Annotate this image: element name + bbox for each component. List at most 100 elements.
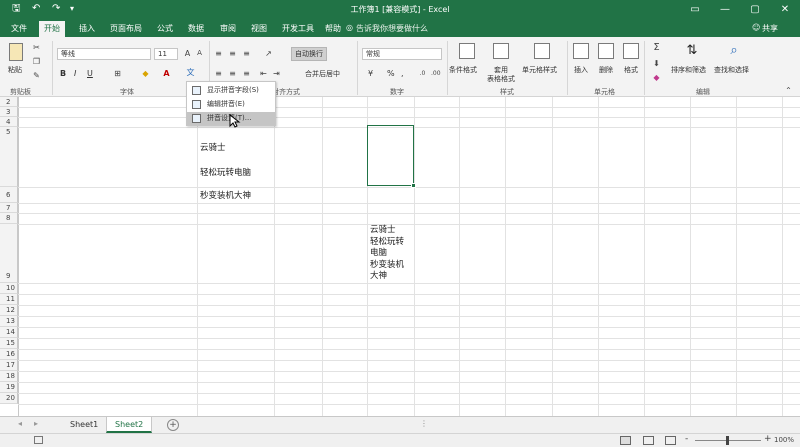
row-header[interactable]: 3 [0, 107, 18, 117]
tab-split-handle[interactable]: ⋮ [420, 419, 428, 428]
align-right-icon[interactable]: ≡ [242, 69, 251, 78]
comma-button[interactable]: , [401, 69, 404, 78]
orientation-icon[interactable]: ↗ [264, 49, 273, 58]
minimize-button[interactable]: — [710, 0, 740, 20]
page-layout-view-icon[interactable] [643, 436, 654, 445]
scroll-left-icon[interactable]: ◂ [18, 419, 22, 428]
paste-button[interactable]: 粘贴 [8, 65, 22, 75]
copy-icon[interactable]: ❐ [32, 57, 41, 66]
tab-file[interactable]: 文件 [11, 23, 27, 34]
format-painter-icon[interactable]: ✎ [32, 71, 41, 80]
row-header[interactable]: 17 [0, 360, 18, 371]
align-middle-icon[interactable]: ≡ [228, 49, 237, 58]
share-button[interactable]: 共享 [762, 23, 778, 34]
tab-formulas[interactable]: 公式 [157, 23, 173, 34]
row-header[interactable]: 9 [0, 224, 18, 283]
tab-data[interactable]: 数据 [188, 23, 204, 34]
phonetic-guide-icon[interactable]: 文 [186, 68, 195, 77]
conditional-formatting-button[interactable]: 条件格式 [449, 65, 477, 75]
insert-cells-icon[interactable] [573, 43, 589, 59]
row-header[interactable]: 4 [0, 117, 18, 127]
sort-filter-icon[interactable]: ⇅ [684, 43, 700, 59]
macro-record-icon[interactable] [34, 436, 43, 444]
sheet-tab-sheet1[interactable]: Sheet1 [62, 417, 106, 433]
row-header[interactable]: 11 [0, 294, 18, 305]
paste-icon[interactable] [9, 43, 23, 61]
fill-icon[interactable]: ⬇ [652, 59, 661, 68]
autosum-icon[interactable]: Σ [652, 43, 661, 53]
tab-view[interactable]: 视图 [251, 23, 267, 34]
format-as-table-line2[interactable]: 表格格式 [487, 74, 515, 84]
fill-handle[interactable] [411, 183, 416, 188]
font-color-icon[interactable]: A [162, 69, 171, 78]
zoom-out-button[interactable]: - [685, 434, 688, 444]
row-header[interactable]: 6 [0, 187, 18, 203]
zoom-in-button[interactable]: + [764, 434, 772, 444]
format-cells-icon[interactable] [623, 43, 639, 59]
tell-me-input[interactable]: 告诉我你想要做什么 [356, 23, 428, 34]
row-header[interactable]: 7 [0, 203, 18, 213]
ribbon-display-options-icon[interactable]: ▭ [680, 0, 710, 20]
number-format-select[interactable]: 常规 [362, 48, 442, 60]
row-header[interactable]: 19 [0, 382, 18, 393]
increase-font-icon[interactable]: A [183, 49, 192, 58]
decrease-font-icon[interactable]: A [195, 49, 204, 58]
sheet-tab-sheet2[interactable]: Sheet2 [106, 417, 153, 433]
sort-filter-button[interactable]: 排序和筛选 [671, 65, 706, 75]
row-header[interactable]: 16 [0, 349, 18, 360]
menu-item-show-phonetic[interactable]: 显示拼音字段(S) [187, 84, 275, 97]
cut-icon[interactable]: ✂ [32, 43, 41, 52]
increase-decimal-icon[interactable]: .0 [418, 69, 427, 78]
close-button[interactable]: ✕ [770, 0, 800, 20]
decrease-decimal-icon[interactable]: .00 [431, 69, 441, 78]
find-select-button[interactable]: 查找和选择 [714, 65, 749, 75]
italic-button[interactable]: I [74, 69, 76, 78]
tab-home[interactable]: 开始 [39, 21, 65, 37]
currency-icon[interactable]: ¥ [366, 69, 375, 78]
underline-button[interactable]: U [87, 69, 93, 78]
zoom-level[interactable]: 100% [774, 436, 794, 444]
tab-page-layout[interactable]: 页面布局 [110, 23, 142, 34]
row-header[interactable]: 20 [0, 393, 18, 404]
align-top-icon[interactable]: ≡ [214, 49, 223, 58]
tab-developer[interactable]: 开发工具 [282, 23, 314, 34]
format-cells-button[interactable]: 格式 [624, 65, 638, 75]
row-header[interactable]: 5 [0, 127, 18, 187]
tab-review[interactable]: 审阅 [220, 23, 236, 34]
wrap-text-button[interactable]: 自动换行 [291, 47, 327, 61]
cell-styles-icon[interactable] [534, 43, 550, 59]
align-left-icon[interactable]: ≡ [214, 69, 223, 78]
insert-cells-button[interactable]: 插入 [574, 65, 588, 75]
page-break-view-icon[interactable] [665, 436, 676, 445]
row-header[interactable]: 10 [0, 283, 18, 294]
borders-icon[interactable]: ⊞ [113, 69, 122, 78]
normal-view-icon[interactable] [620, 436, 631, 445]
tab-help[interactable]: 帮助 [325, 23, 341, 34]
tab-insert[interactable]: 插入 [79, 23, 95, 34]
menu-item-edit-phonetic[interactable]: 编辑拼音(E) [187, 98, 275, 111]
zoom-slider-thumb[interactable] [726, 436, 729, 445]
clear-icon[interactable]: ◆ [652, 73, 661, 82]
row-header[interactable]: 2 [0, 97, 18, 107]
delete-cells-icon[interactable] [598, 43, 614, 59]
conditional-formatting-icon[interactable] [459, 43, 475, 59]
merge-center-button[interactable]: 合并后居中 [305, 69, 340, 79]
row-header[interactable]: 12 [0, 305, 18, 316]
row-header[interactable]: 15 [0, 338, 18, 349]
row-header[interactable]: 13 [0, 316, 18, 327]
add-sheet-button[interactable]: + [167, 419, 179, 431]
percent-button[interactable]: % [387, 69, 395, 78]
decrease-indent-icon[interactable]: ⇤ [259, 69, 268, 78]
collapse-ribbon-icon[interactable]: ⌃ [784, 86, 793, 95]
increase-indent-icon[interactable]: ⇥ [272, 69, 281, 78]
row-header[interactable]: 18 [0, 371, 18, 382]
format-as-table-icon[interactable] [493, 43, 509, 59]
restore-button[interactable]: ▢ [740, 0, 770, 20]
bold-button[interactable]: B [60, 69, 66, 78]
cell-styles-button[interactable]: 单元格样式 [522, 65, 557, 75]
font-size-select[interactable]: 11 [154, 48, 178, 60]
find-select-icon[interactable]: ⌕ [726, 43, 742, 59]
align-center-icon[interactable]: ≡ [228, 69, 237, 78]
fill-color-icon[interactable]: ◆ [141, 69, 150, 78]
row-header[interactable]: 8 [0, 213, 18, 224]
